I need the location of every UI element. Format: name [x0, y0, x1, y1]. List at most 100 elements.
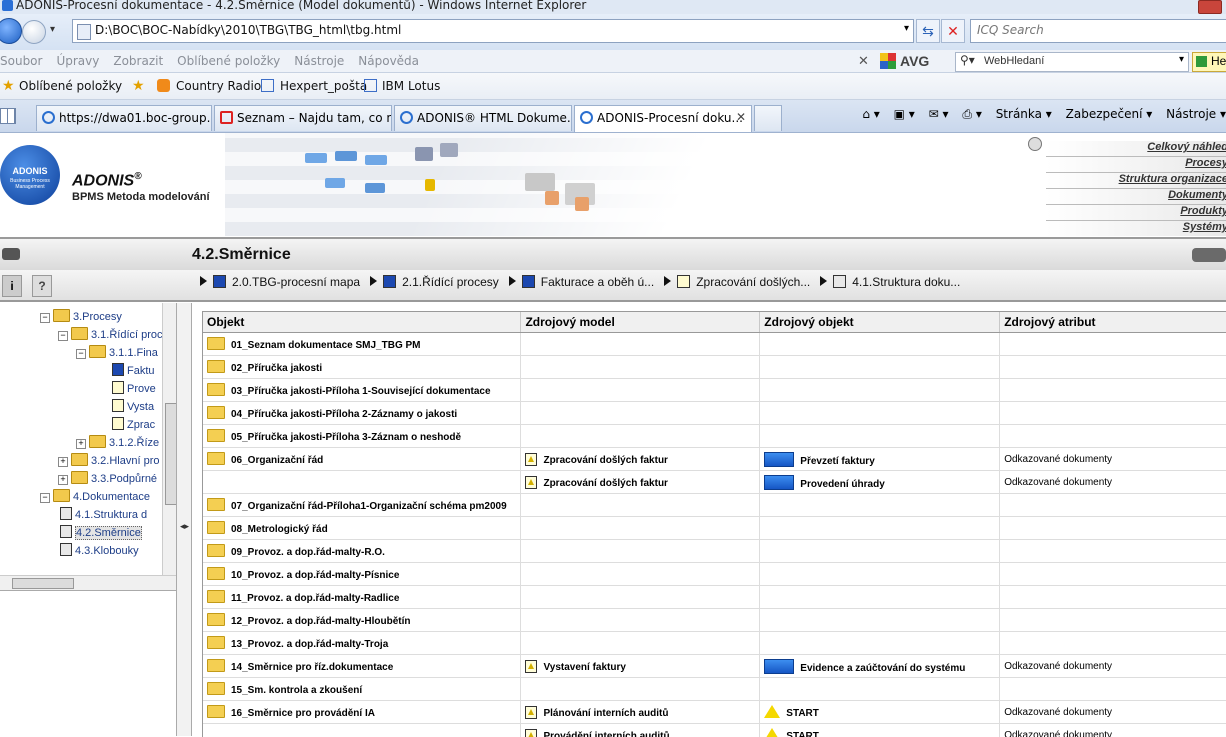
cell-objekt[interactable]: 13_Provoz. a dop.řád-malty-Troja — [203, 632, 521, 655]
breadcrumb-item[interactable]: 4.1.Struktura doku... — [820, 275, 960, 289]
safety-menu[interactable]: Zabezpečení ▾ — [1066, 107, 1153, 121]
help-button[interactable]: He — [1192, 52, 1226, 72]
cell-zdrojovy-objekt[interactable] — [760, 609, 1000, 632]
cell-zdrojovy-objekt[interactable] — [760, 678, 1000, 701]
cell-objekt[interactable] — [203, 471, 521, 494]
cell-objekt[interactable]: 14_Směrnice pro říz.dokumentace — [203, 655, 521, 678]
tab-dwa01[interactable]: https://dwa01.boc-group.... — [36, 105, 212, 131]
expand-icon[interactable]: + — [76, 439, 86, 449]
tree-vertical-scrollbar[interactable] — [162, 303, 177, 593]
cell-zdrojovy-model[interactable] — [521, 425, 760, 448]
cell-zdrojovy-model[interactable]: Plánování interních auditů — [521, 701, 760, 724]
cell-zdrojovy-objekt[interactable] — [760, 425, 1000, 448]
menu-favorites[interactable]: Oblíbené položky — [177, 54, 280, 68]
back-button[interactable] — [0, 18, 22, 44]
forward-button[interactable] — [22, 20, 46, 44]
cell-zdrojovy-objekt[interactable] — [760, 517, 1000, 540]
table-row[interactable]: 16_Směrnice pro provádění IAPlánování in… — [203, 701, 1226, 724]
cell-zdrojovy-model[interactable] — [521, 379, 760, 402]
cell-zdrojovy-model[interactable]: Zpracování došlých faktur — [521, 471, 760, 494]
cell-zdrojovy-model[interactable] — [521, 632, 760, 655]
header-zdrojovy-model[interactable]: Zdrojový model — [521, 312, 760, 333]
cell-objekt[interactable]: 02_Příručka jakosti — [203, 356, 521, 379]
expand-icon[interactable]: + — [58, 475, 68, 485]
tree-node[interactable]: −3.Procesy — [40, 309, 122, 325]
cell-zdrojovy-objekt[interactable] — [760, 563, 1000, 586]
breadcrumb-item[interactable]: 2.0.TBG-procesní mapa — [200, 275, 360, 289]
pane-splitter[interactable]: ◂▸ — [176, 303, 192, 736]
table-row[interactable]: 03_Příručka jakosti-Příloha 1-Souvisejíc… — [203, 379, 1226, 402]
header-objekt[interactable]: Objekt — [203, 312, 521, 333]
feeds-icon[interactable]: ▣ ▾ — [894, 107, 915, 121]
cell-objekt[interactable]: 07_Organizační řád-Příloha1-Organizační … — [203, 494, 521, 517]
menu-edit[interactable]: Úpravy — [56, 54, 99, 68]
cell-zdrojovy-model[interactable] — [521, 402, 760, 425]
table-row[interactable]: 14_Směrnice pro říz.dokumentaceVystavení… — [203, 655, 1226, 678]
nav-overview[interactable]: Celkový náhled — [1046, 141, 1226, 157]
cell-objekt[interactable]: 10_Provoz. a dop.řád-malty-Písnice — [203, 563, 521, 586]
cell-objekt[interactable]: 01_Seznam dokumentace SMJ_TBG PM — [203, 333, 521, 356]
tree-node[interactable]: −4.Dokumentace — [40, 489, 150, 505]
cell-zdrojovy-objekt[interactable]: START — [760, 701, 1000, 724]
mail-icon[interactable]: ✉ ▾ — [929, 107, 949, 121]
breadcrumb-item[interactable]: Fakturace a oběh ú... — [509, 275, 654, 289]
cell-zdrojovy-model[interactable] — [521, 517, 760, 540]
table-row[interactable]: 10_Provoz. a dop.řád-malty-Písnice — [203, 563, 1226, 586]
tools-menu[interactable]: Nástroje ▾ — [1166, 107, 1226, 121]
navigator-icon[interactable] — [1192, 248, 1226, 262]
cell-zdrojovy-objekt[interactable] — [760, 540, 1000, 563]
help-icon[interactable]: ? — [32, 275, 52, 297]
scroll-thumb[interactable] — [12, 578, 74, 589]
cell-zdrojovy-objekt[interactable] — [760, 333, 1000, 356]
cell-objekt[interactable] — [203, 724, 521, 737]
cell-zdrojovy-model[interactable]: Zpracování došlých faktur — [521, 448, 760, 471]
fav-hexpert[interactable]: Hexpert_pošta — [280, 79, 367, 93]
address-dropdown-icon[interactable]: ▾ — [904, 23, 909, 34]
table-row[interactable]: 09_Provoz. a dop.řád-malty-R.O. — [203, 540, 1226, 563]
table-row[interactable]: 06_Organizační řádZpracování došlých fak… — [203, 448, 1226, 471]
table-row[interactable]: 13_Provoz. a dop.řád-malty-Troja — [203, 632, 1226, 655]
tree-node[interactable]: Zprac — [112, 417, 155, 433]
close-toolbar-icon[interactable]: ✕ — [858, 53, 869, 69]
menu-tools[interactable]: Nástroje — [294, 54, 344, 68]
cell-objekt[interactable]: 16_Směrnice pro provádění IA — [203, 701, 521, 724]
tree-node[interactable]: −3.1.Řídící proc — [58, 327, 163, 343]
menu-help[interactable]: Nápověda — [358, 54, 419, 68]
nav-processes[interactable]: Procesy — [1046, 157, 1226, 173]
nav-products[interactable]: Produkty — [1046, 205, 1226, 221]
breadcrumb-item[interactable]: Zpracování došlých... — [664, 275, 810, 289]
cell-zdrojovy-model[interactable]: Vystavení faktury — [521, 655, 760, 678]
cell-objekt[interactable]: 06_Organizační řád — [203, 448, 521, 471]
fav-country-radio[interactable]: Country Radio — [176, 79, 261, 93]
collapse-icon[interactable]: − — [40, 313, 50, 323]
table-row[interactable]: 05_Příručka jakosti-Příloha 3-Záznam o n… — [203, 425, 1226, 448]
cell-objekt[interactable]: 04_Příručka jakosti-Příloha 2-Záznamy o … — [203, 402, 521, 425]
table-row[interactable]: 11_Provoz. a dop.řád-malty-Radlice — [203, 586, 1226, 609]
cell-zdrojovy-model[interactable] — [521, 356, 760, 379]
binoculars-icon[interactable] — [2, 248, 20, 260]
table-row[interactable]: 04_Příručka jakosti-Příloha 2-Záznamy o … — [203, 402, 1226, 425]
cell-objekt[interactable]: 15_Sm. kontrola a zkoušení — [203, 678, 521, 701]
breadcrumb-item[interactable]: 2.1.Řídící procesy — [370, 275, 499, 289]
cell-objekt[interactable]: 11_Provoz. a dop.řád-malty-Radlice — [203, 586, 521, 609]
search-input[interactable]: ICQ Search — [970, 19, 1226, 43]
cell-zdrojovy-objekt[interactable]: START — [760, 724, 1000, 737]
cell-objekt[interactable]: 08_Metrologický řád — [203, 517, 521, 540]
cell-zdrojovy-objekt[interactable]: Provedení úhrady — [760, 471, 1000, 494]
table-row[interactable]: 15_Sm. kontrola a zkoušení — [203, 678, 1226, 701]
table-row[interactable]: Provádění interních auditůSTARTOdkazovan… — [203, 724, 1226, 737]
home-icon[interactable]: ⌂ ▾ — [862, 107, 879, 121]
table-row[interactable]: 07_Organizační řád-Příloha1-Organizační … — [203, 494, 1226, 517]
collapse-icon[interactable]: − — [40, 493, 50, 503]
websearch-input[interactable]: ⚲▾ WebHledaní ▾ — [955, 52, 1189, 72]
cell-zdrojovy-objekt[interactable] — [760, 379, 1000, 402]
cell-zdrojovy-model[interactable] — [521, 333, 760, 356]
cell-objekt[interactable]: 05_Příručka jakosti-Příloha 3-Záznam o n… — [203, 425, 521, 448]
tab-seznam[interactable]: Seznam – Najdu tam, co n... — [214, 105, 392, 131]
tab-adonis-procesni[interactable]: ADONIS-Procesní doku...✕ — [574, 105, 752, 132]
table-row[interactable]: 08_Metrologický řád — [203, 517, 1226, 540]
cell-zdrojovy-model[interactable] — [521, 563, 760, 586]
cell-zdrojovy-model[interactable] — [521, 586, 760, 609]
tree-node[interactable]: Faktu — [112, 363, 155, 379]
cell-zdrojovy-model[interactable] — [521, 678, 760, 701]
